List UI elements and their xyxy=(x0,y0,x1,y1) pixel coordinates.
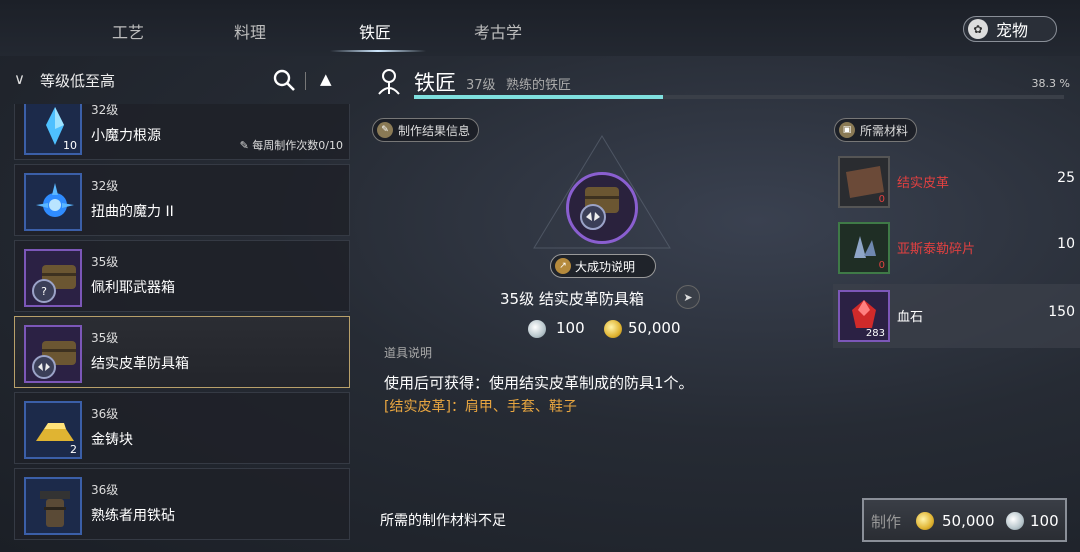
great-success-label: 大成功说明 xyxy=(575,259,636,274)
recipe-item[interactable]: ? 35级 佩利耶武器箱 xyxy=(14,240,350,312)
material-name: 亚斯泰勒碎片 xyxy=(897,242,976,257)
sort-bar: ∨ 等级低至高 ▲ xyxy=(0,56,360,104)
gold-coin-icon xyxy=(916,512,934,530)
recipe-item-selected[interactable]: 35级 结实皮革防具箱 xyxy=(14,316,350,388)
tab-archaeology[interactable]: 考古学 xyxy=(474,19,522,43)
silver-coin-icon xyxy=(528,320,546,338)
material-owned: 0 xyxy=(878,194,885,205)
pet-button[interactable]: ✿ 宠物 xyxy=(963,16,1057,42)
recipe-list[interactable]: 10 32级 小魔力根源 ✎ 每周制作次数0/10 32级 扭曲的魔力 II ?… xyxy=(14,104,350,552)
material-required: 25 xyxy=(1057,170,1075,186)
sort-direction-icon[interactable]: ▲ xyxy=(320,70,332,88)
result-item-name: 35级 结实皮革防具箱 xyxy=(500,290,644,308)
materials-label: ▣ 所需材料 xyxy=(834,118,918,142)
description-detail: [结实皮革]：肩甲、手套、鞋子 xyxy=(384,396,577,416)
material-row[interactable]: 0 结实皮革 25 xyxy=(833,150,1080,214)
profession-rank: 熟练的铁匠 xyxy=(506,78,572,93)
result-info-text: 制作结果信息 xyxy=(398,123,471,138)
leather-icon: 0 xyxy=(838,156,890,208)
tab-crafting[interactable]: 工艺 xyxy=(112,19,144,43)
material-row[interactable]: 283 血石 150 xyxy=(833,284,1080,348)
material-row[interactable]: 0 亚斯泰勒碎片 10 xyxy=(833,216,1080,280)
item-level: 35级 xyxy=(91,331,119,345)
paw-icon: ✿ xyxy=(968,19,988,39)
tab-blacksmith[interactable]: 铁匠 xyxy=(359,19,391,43)
great-success-button[interactable]: ↗ 大成功说明 xyxy=(550,254,656,278)
blue-crystal-icon: 10 xyxy=(24,104,82,155)
item-name: 金铸块 xyxy=(91,432,133,448)
description-detail-text: ：肩甲、手套、鞋子 xyxy=(450,399,577,415)
item-level: 32级 xyxy=(91,104,119,117)
craft-silver-cost: 100 xyxy=(1030,512,1059,530)
gold-coin-icon xyxy=(604,320,622,338)
item-name: 扭曲的魔力 II xyxy=(91,204,174,220)
craft-button[interactable]: 制作 50,000 100 xyxy=(862,498,1067,542)
materials-icon: ▣ xyxy=(839,122,855,138)
item-name: 小魔力根源 xyxy=(91,128,161,144)
weekly-limit: ✎ 每周制作次数0/10 xyxy=(239,139,343,152)
chevron-down-icon[interactable]: ∨ xyxy=(14,70,25,88)
weekly-limit-text: 每周制作次数0/10 xyxy=(252,139,343,152)
anvil-icon xyxy=(24,477,82,535)
material-required: 150 xyxy=(1048,304,1075,320)
recipe-item[interactable]: 10 32级 小魔力根源 ✎ 每周制作次数0/10 xyxy=(14,104,350,160)
divider xyxy=(305,72,306,90)
item-name: 熟练者用铁砧 xyxy=(91,508,175,524)
active-tab-indicator xyxy=(330,50,426,52)
svg-text:?: ? xyxy=(41,285,47,298)
blue-energy-icon xyxy=(24,173,82,231)
material-required: 10 xyxy=(1057,236,1075,252)
item-name: 结实皮革防具箱 xyxy=(91,356,189,372)
item-name: 佩利耶武器箱 xyxy=(91,280,175,296)
top-tab-bar: 工艺 料理 铁匠 考古学 ✿ 宠物 xyxy=(0,0,1080,56)
material-name: 血石 xyxy=(897,310,924,325)
silver-coin-icon xyxy=(1006,512,1024,530)
gold-ingot-icon: 2 xyxy=(24,401,82,459)
craft-button-label: 制作 xyxy=(871,513,902,531)
insufficient-materials-text: 所需的制作材料不足 xyxy=(380,513,506,529)
item-level: 32级 xyxy=(91,179,119,193)
recipe-item[interactable]: 36级 熟练者用铁砧 xyxy=(14,468,350,540)
materials-label-text: 所需材料 xyxy=(860,123,909,138)
armor-chest-icon xyxy=(24,325,82,383)
description-tag: [结实皮革] xyxy=(384,399,451,415)
progress-percent: 38.3 % xyxy=(1031,77,1070,90)
share-icon[interactable]: ➤ xyxy=(676,285,700,309)
item-count: 10 xyxy=(63,139,77,152)
item-level: 36级 xyxy=(91,483,119,497)
pet-button-label: 宠物 xyxy=(996,21,1029,40)
info-icon: ✎ xyxy=(377,122,393,138)
item-count: 2 xyxy=(70,443,77,456)
profession-title: 铁匠 xyxy=(414,71,456,95)
profession-progress-bar xyxy=(414,95,1064,99)
recipe-item[interactable]: 2 36级 金铸块 xyxy=(14,392,350,464)
silver-cost: 100 xyxy=(556,319,585,337)
blacksmith-icon xyxy=(378,69,400,95)
description-line: 使用后可获得：使用结实皮革制成的防具1个。 xyxy=(384,374,694,392)
recipe-item[interactable]: 32级 扭曲的魔力 II xyxy=(14,164,350,236)
material-owned: 0 xyxy=(878,260,885,271)
material-name: 结实皮革 xyxy=(897,176,950,191)
item-level: 36级 xyxy=(91,407,119,421)
description-heading: 道具说明 xyxy=(384,346,433,360)
crystal-shard-icon: 0 xyxy=(838,222,890,274)
search-icon[interactable] xyxy=(272,68,296,92)
item-level: 35级 xyxy=(91,255,119,269)
sort-order-label[interactable]: 等级低至高 xyxy=(40,70,115,91)
result-info-label: ✎ 制作结果信息 xyxy=(372,118,480,142)
bloodstone-icon: 283 xyxy=(838,290,890,342)
tab-cooking[interactable]: 料理 xyxy=(234,19,266,43)
progress-fill xyxy=(414,95,663,99)
craft-gold-cost: 50,000 xyxy=(942,512,995,530)
profession-level: 37级 xyxy=(466,78,496,93)
result-item-icon xyxy=(566,172,638,244)
material-owned: 283 xyxy=(865,328,885,339)
weapon-chest-icon: ? xyxy=(24,249,82,307)
success-icon: ↗ xyxy=(555,258,571,274)
gold-cost: 50,000 xyxy=(628,319,681,337)
